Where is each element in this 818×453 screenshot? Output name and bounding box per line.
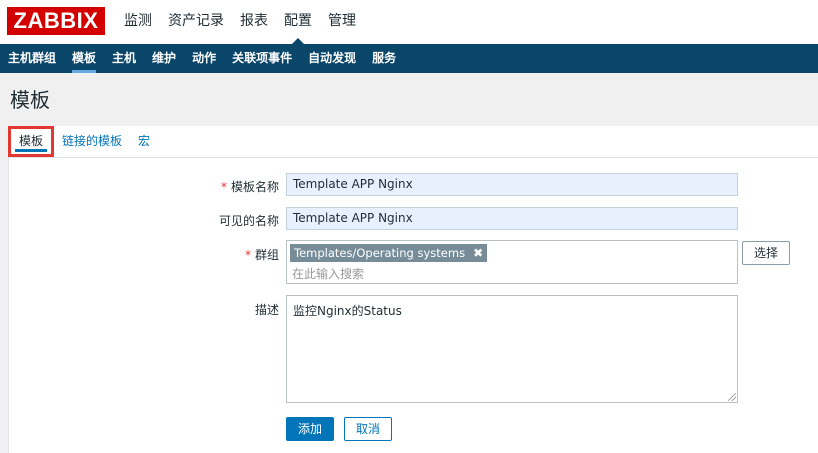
menu-configuration[interactable]: 配置: [276, 0, 320, 44]
submenu-templates[interactable]: 模板: [64, 44, 104, 73]
template-name-input[interactable]: Template APP Nginx: [286, 173, 738, 196]
top-header: ZABBIX 监测 资产记录 报表 配置 管理: [0, 0, 818, 44]
cancel-button[interactable]: 取消: [344, 417, 392, 441]
submenu-event-correlation[interactable]: 关联项事件: [224, 44, 300, 73]
add-button[interactable]: 添加: [286, 417, 334, 441]
form-tabs: 模板 链接的模板 宏: [8, 126, 818, 158]
submenu-actions[interactable]: 动作: [184, 44, 224, 73]
description-textarea[interactable]: 监控Nginx的Status: [286, 295, 738, 403]
remove-tag-icon[interactable]: ✖: [473, 244, 483, 262]
menu-reports[interactable]: 报表: [232, 0, 276, 44]
main-menu: 监测 资产记录 报表 配置 管理: [116, 0, 364, 44]
description-label: 描述: [254, 303, 279, 317]
tab-macros[interactable]: 宏: [130, 126, 158, 157]
group-tag: Templates/Operating systems ✖: [290, 244, 488, 262]
required-marker: *: [220, 180, 227, 194]
submenu-discovery[interactable]: 自动发现: [300, 44, 364, 73]
required-marker: *: [244, 248, 251, 262]
groups-multiselect[interactable]: Templates/Operating systems ✖ 在此输入搜索: [286, 240, 738, 284]
template-name-label: * 模板名称: [220, 180, 279, 194]
menu-monitoring[interactable]: 监测: [116, 0, 160, 44]
submenu-hosts[interactable]: 主机: [104, 44, 144, 73]
visible-name-label: 可见的名称: [218, 214, 279, 228]
visible-name-input[interactable]: Template APP Nginx: [286, 207, 738, 230]
zabbix-logo[interactable]: ZABBIX: [7, 7, 105, 35]
sub-menu: 主机群组 模板 主机 维护 动作 关联项事件 自动发现 服务: [0, 44, 818, 73]
submenu-maintenance[interactable]: 维护: [144, 44, 184, 73]
submenu-services[interactable]: 服务: [364, 44, 404, 73]
menu-administration[interactable]: 管理: [320, 0, 364, 44]
select-groups-button[interactable]: 选择: [742, 241, 790, 265]
tab-linked-templates[interactable]: 链接的模板: [54, 126, 130, 157]
submenu-host-groups[interactable]: 主机群组: [0, 44, 64, 73]
group-tag-label: Templates/Operating systems: [294, 246, 466, 260]
groups-search-input[interactable]: 在此输入搜索: [292, 265, 364, 282]
template-form: * 模板名称 Template APP Nginx 可见的名称 Template …: [8, 158, 818, 453]
groups-label: * 群组: [244, 248, 279, 262]
page-title: 模板: [10, 88, 50, 112]
tab-template[interactable]: 模板: [8, 126, 55, 157]
menu-inventory[interactable]: 资产记录: [160, 0, 232, 44]
description-text: 监控Nginx的Status: [293, 304, 402, 318]
resize-handle-icon[interactable]: [728, 393, 736, 401]
